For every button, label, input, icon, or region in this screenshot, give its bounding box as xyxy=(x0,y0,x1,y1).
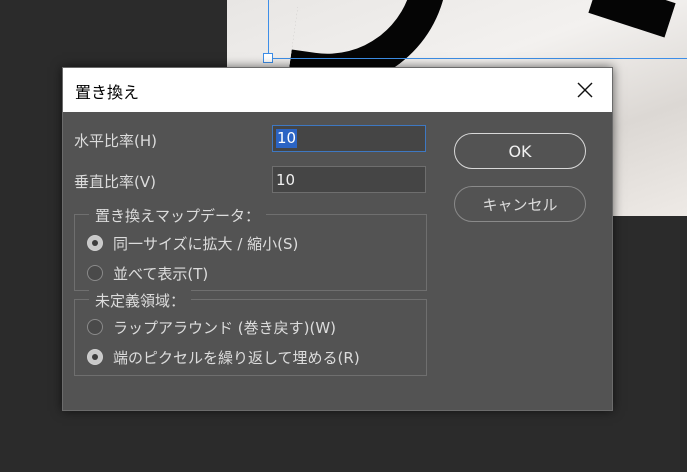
radio-wrap-around[interactable]: ラップアラウンド (巻き戻す)(W) xyxy=(87,316,336,338)
radio-label: 並べて表示(T) xyxy=(113,264,209,283)
displace-dialog: 置き換え 水平比率(H) 10 垂直比率(V) 10 OK キャンセル 置き換え… xyxy=(62,67,613,411)
horizontal-scale-input[interactable]: 10 xyxy=(272,125,426,152)
transform-bounding-edge xyxy=(268,58,687,59)
canvas-artwork-stroke xyxy=(588,0,676,38)
vertical-scale-value: 10 xyxy=(276,170,296,189)
radio-button-checked[interactable] xyxy=(87,235,103,251)
radio-tile[interactable]: 並べて表示(T) xyxy=(87,262,208,284)
displacement-map-legend: 置き換えマップデータ： xyxy=(89,205,267,226)
ok-button[interactable]: OK xyxy=(454,133,586,169)
horizontal-scale-label: 水平比率(H) xyxy=(74,132,157,150)
radio-stretch-to-fit[interactable]: 同一サイズに拡大 / 縮小(S) xyxy=(87,232,298,254)
dialog-title: 置き換え xyxy=(75,83,140,102)
radio-label: ラップアラウンド (巻き戻す)(W) xyxy=(113,318,337,337)
radio-button-checked[interactable] xyxy=(87,349,103,365)
vertical-scale-input[interactable]: 10 xyxy=(272,166,426,193)
radio-label: 端のピクセルを繰り返して埋める(R) xyxy=(113,348,360,367)
horizontal-scale-value: 10 xyxy=(276,129,298,148)
transform-handle[interactable] xyxy=(263,53,273,63)
dialog-titlebar: 置き換え xyxy=(63,68,612,112)
radio-repeat-edge-pixels[interactable]: 端のピクセルを繰り返して埋める(R) xyxy=(87,346,360,368)
cancel-button[interactable]: キャンセル xyxy=(454,186,586,222)
radio-button[interactable] xyxy=(87,319,103,335)
vertical-scale-label: 垂直比率(V) xyxy=(74,173,156,191)
close-button[interactable] xyxy=(567,74,603,106)
displacement-map-group: 置き換えマップデータ： 同一サイズに拡大 / 縮小(S) 並べて表示(T) xyxy=(74,205,427,291)
radio-button[interactable] xyxy=(87,265,103,281)
transform-bounding-edge xyxy=(268,0,269,58)
undefined-areas-group: 未定義領域： ラップアラウンド (巻き戻す)(W) 端のピクセルを繰り返して埋め… xyxy=(74,290,427,376)
undefined-areas-legend: 未定義領域： xyxy=(89,290,192,311)
close-icon xyxy=(577,82,593,98)
radio-label: 同一サイズに拡大 / 縮小(S) xyxy=(113,234,299,253)
